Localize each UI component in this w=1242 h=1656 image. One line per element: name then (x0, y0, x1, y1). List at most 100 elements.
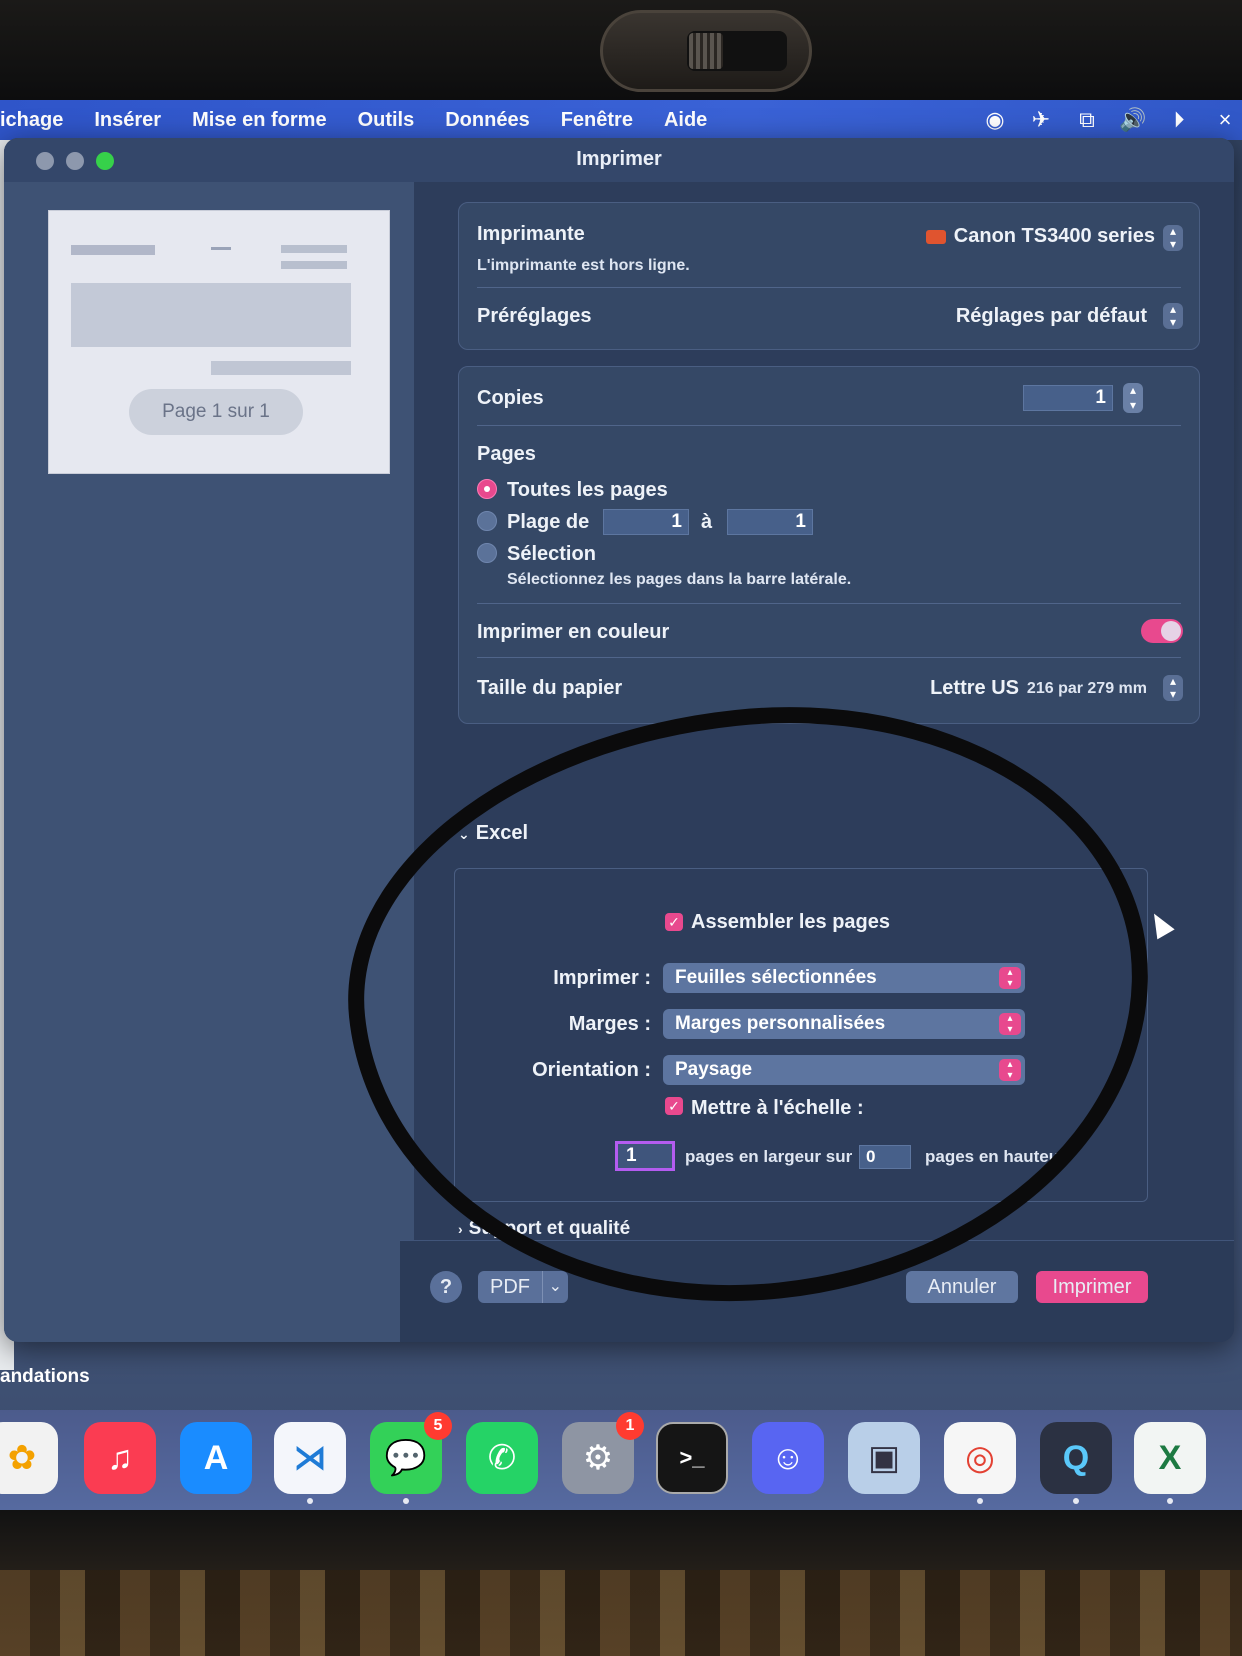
page-counter: Page 1 sur 1 (129, 389, 303, 435)
copies-label: Copies (477, 387, 544, 409)
paper-size-label: Taille du papier (477, 677, 623, 699)
background-text: andations (0, 1366, 90, 1387)
dialog-footer: ? PDF ⌄ Annuler Imprimer (400, 1240, 1234, 1342)
divider (477, 287, 1181, 288)
chrome-icon[interactable]: ◎ (944, 1422, 1016, 1494)
scale-checkbox[interactable]: ✓ (665, 1097, 683, 1115)
dialog-title: Imprimer (576, 148, 662, 170)
collate-checkbox[interactable]: ✓ (665, 913, 683, 931)
copies-pages-panel: Copies 1 ▴ ▾ Pages Toutes les pages Plage… (458, 366, 1200, 724)
printer-select[interactable]: Canon TS3400 series (925, 225, 1155, 248)
margins-label: Marges : (568, 1013, 651, 1035)
divider (477, 603, 1181, 604)
settings-pane: Imprimante Canon TS3400 series ▴ ▾ L'impr… (400, 182, 1234, 1342)
menu-fenetre[interactable]: Fenêtre (561, 109, 633, 132)
vscode-icon[interactable]: ⋊ (274, 1422, 346, 1494)
paper-size-popup-arrows[interactable]: ▴ ▾ (1163, 675, 1183, 701)
pdf-label: PDF (490, 1276, 530, 1298)
play-icon[interactable]: ⏵ (1162, 107, 1196, 133)
printer-value: Canon TS3400 series (953, 225, 1155, 247)
divider (477, 425, 1181, 426)
pdf-button[interactable]: PDF ⌄ (478, 1271, 568, 1303)
all-pages-label: Toutes les pages (507, 479, 668, 501)
quicktime-icon[interactable]: Q (1040, 1422, 1112, 1494)
pages-wide-label: pages en largeur sur (685, 1147, 853, 1166)
discord-icon[interactable]: ☺ (752, 1422, 824, 1494)
range-to-field[interactable]: 1 (727, 509, 813, 535)
music-icon[interactable]: ♫ (84, 1422, 156, 1494)
screen: ichage Insérer Mise en forme Outils Donn… (0, 100, 1242, 1510)
pages-wide-field[interactable]: 1 (615, 1141, 675, 1171)
menu-affichage[interactable]: ichage (0, 109, 63, 132)
excel-icon[interactable]: X (1134, 1422, 1206, 1494)
print-what-select[interactable]: Feuilles sélectionnées ▴ ▾ (663, 963, 1025, 993)
menu-mise-en-forme[interactable]: Mise en forme (192, 109, 326, 132)
collate-label: Assembler les pages (691, 911, 890, 933)
cancel-button[interactable]: Annuler (906, 1271, 1018, 1303)
menu-inserer[interactable]: Insérer (94, 109, 161, 132)
menu-donnees[interactable]: Données (445, 109, 529, 132)
orientation-label: Orientation : (532, 1059, 651, 1081)
airplane-icon[interactable]: ✈ (1024, 107, 1058, 133)
focus-icon[interactable]: ◉ (978, 107, 1012, 133)
laptop-hinge (0, 1570, 1242, 1656)
notification-badge: 5 (424, 1412, 452, 1440)
running-indicator (307, 1498, 313, 1504)
volume-icon[interactable]: 🔊 (1116, 107, 1150, 133)
chevron-down-icon[interactable]: ⌄ (541, 1271, 562, 1303)
system-settings-icon[interactable]: ⚙ 1 (562, 1412, 644, 1494)
paper-size-value[interactable]: Lettre US (930, 677, 1019, 700)
radio-page-range[interactable] (477, 511, 497, 531)
menu-outils[interactable]: Outils (358, 109, 415, 132)
media-quality-section[interactable]: › Support et qualité (458, 1218, 630, 1240)
printer-popup-arrows[interactable]: ▴ ▾ (1163, 225, 1183, 251)
orientation-select[interactable]: Paysage ▴ ▾ (663, 1055, 1025, 1085)
print-what-label: Imprimer : (553, 967, 651, 989)
screen-mirroring-icon[interactable]: ⧉ (1070, 107, 1104, 133)
close-icon[interactable]: × (1208, 107, 1242, 133)
color-toggle[interactable] (1141, 619, 1183, 643)
print-button[interactable]: Imprimer (1036, 1271, 1148, 1303)
menu-aide[interactable]: Aide (664, 109, 707, 132)
notification-badge: 1 (616, 1412, 644, 1440)
running-indicator (403, 1498, 409, 1504)
pages-tall-label: pages en hauteur (925, 1147, 1066, 1166)
color-label: Imprimer en couleur (477, 621, 670, 643)
chevron-updown-icon: ▴ ▾ (999, 1059, 1021, 1081)
page-thumbnail[interactable]: Page 1 sur 1 (48, 210, 390, 474)
preview-icon[interactable]: ▣ (848, 1422, 920, 1494)
printer-status: L'imprimante est hors ligne. (477, 257, 690, 274)
whatsapp-icon[interactable]: ✆ (466, 1422, 538, 1494)
chevron-updown-icon: ▴ ▾ (999, 1013, 1021, 1035)
copies-field[interactable]: 1 (1023, 385, 1113, 411)
presets-label: Préréglages (477, 305, 592, 327)
range-to-label: à (701, 511, 713, 533)
printer-icon (925, 229, 946, 244)
media-quality-label: Support et qualité (468, 1218, 631, 1239)
radio-all-pages[interactable] (477, 479, 497, 499)
status-bar-icons: ◉ ✈ ⧉ 🔊 ⏵ × (966, 100, 1242, 140)
pages-label: Pages (477, 443, 536, 465)
range-from-field[interactable]: 1 (603, 509, 689, 535)
app-store-icon[interactable]: A (180, 1422, 252, 1494)
scale-label: Mettre à l'échelle : (691, 1097, 864, 1119)
help-button[interactable]: ? (430, 1271, 462, 1303)
divider (477, 657, 1181, 658)
dock: ✿ ♫ A ⋊ 💬 5 ✆ ⚙ 1 >_ ☺ ▣ ◎ Q X (0, 1410, 1242, 1510)
radio-selection[interactable] (477, 543, 497, 563)
excel-options-panel: ✓ Assembler les pages Imprimer : Feuille… (454, 868, 1148, 1202)
dialog-titlebar: Imprimer (4, 138, 1234, 182)
webcam-cover (600, 10, 812, 92)
messages-icon[interactable]: 💬 5 (370, 1412, 452, 1494)
copies-stepper[interactable]: ▴ ▾ (1123, 383, 1143, 413)
presets-popup-arrows[interactable]: ▴ ▾ (1163, 303, 1183, 329)
presets-value[interactable]: Réglages par défaut (956, 305, 1147, 328)
margins-select[interactable]: Marges personnalisées ▴ ▾ (663, 1009, 1025, 1039)
excel-section-header[interactable]: ⌄ Excel (458, 822, 528, 845)
orientation-value: Paysage (675, 1059, 753, 1080)
terminal-icon[interactable]: >_ (656, 1422, 728, 1494)
pages-tall-field[interactable]: 0 (859, 1145, 911, 1169)
margins-value: Marges personnalisées (675, 1013, 886, 1034)
webcam-grip (689, 33, 723, 69)
photos-icon[interactable]: ✿ (0, 1422, 58, 1494)
